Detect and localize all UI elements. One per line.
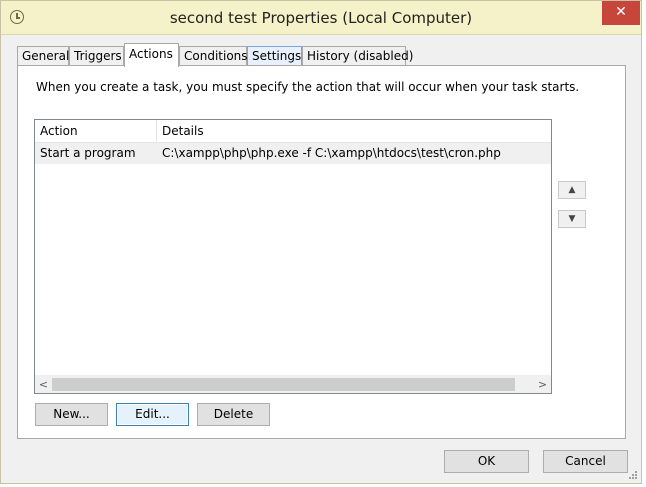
actions-tab-pane: When you create a task, you must specify…: [17, 65, 626, 439]
list-row[interactable]: Start a program C:\xampp\php\php.exe -f …: [35, 143, 551, 164]
move-down-button[interactable]: ▼: [558, 210, 586, 228]
scroll-left-icon[interactable]: <: [35, 376, 52, 393]
cancel-button[interactable]: Cancel: [543, 450, 628, 473]
actions-description: When you create a task, you must specify…: [36, 80, 580, 94]
row-action: Start a program: [40, 146, 136, 160]
scroll-right-icon[interactable]: >: [534, 376, 551, 393]
column-header-details[interactable]: Details: [157, 120, 551, 142]
properties-dialog: second test Properties (Local Computer) …: [0, 0, 642, 484]
tab-history[interactable]: History (disabled): [302, 46, 413, 66]
column-header-action[interactable]: Action: [35, 120, 157, 142]
tab-general[interactable]: General: [17, 46, 69, 66]
edit-button[interactable]: Edit...: [116, 403, 189, 426]
tab-actions[interactable]: Actions: [124, 43, 179, 67]
new-button[interactable]: New...: [35, 403, 108, 426]
arrow-up-icon: ▲: [568, 185, 576, 195]
delete-button[interactable]: Delete: [197, 403, 270, 426]
close-icon: ✕: [615, 4, 627, 20]
tab-settings[interactable]: Settings: [247, 46, 302, 66]
tab-triggers[interactable]: Triggers: [69, 46, 124, 66]
tab-conditions[interactable]: Conditions: [179, 46, 248, 66]
actions-list[interactable]: Action Details Start a program C:\xampp\…: [34, 119, 552, 394]
scrollbar-thumb[interactable]: [52, 378, 515, 391]
arrow-down-icon: ▼: [568, 214, 576, 224]
row-details: C:\xampp\php\php.exe -f C:\xampp\htdocs\…: [162, 146, 501, 160]
move-up-button[interactable]: ▲: [558, 181, 586, 199]
title-bar: second test Properties (Local Computer) …: [1, 1, 641, 35]
close-button[interactable]: ✕: [602, 1, 640, 25]
ok-button[interactable]: OK: [444, 450, 529, 473]
horizontal-scrollbar[interactable]: < >: [35, 375, 551, 393]
list-header: Action Details: [35, 120, 551, 143]
resize-grip-icon[interactable]: [629, 471, 637, 479]
window-title: second test Properties (Local Computer): [169, 9, 473, 27]
